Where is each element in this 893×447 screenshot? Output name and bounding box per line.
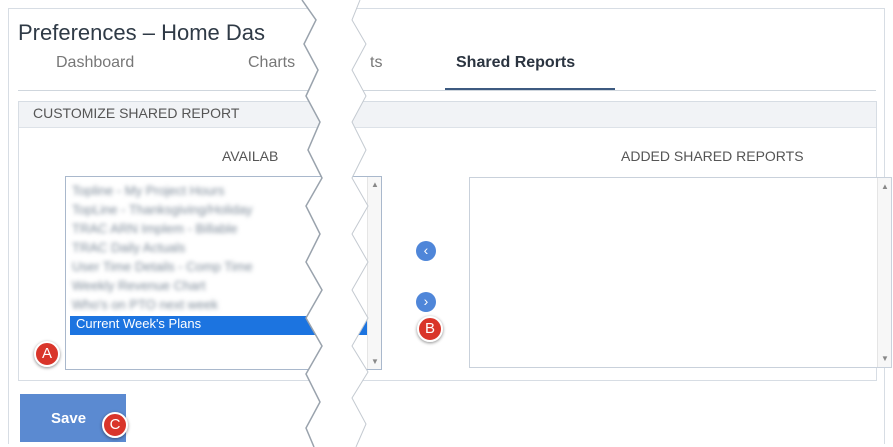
list-item[interactable]: TopLine - Thanksgiving/Holiday [66, 202, 381, 221]
tab-charts[interactable]: Charts [248, 54, 295, 72]
available-reports-heading: AVAILAB [222, 148, 279, 164]
callout-c-badge: C [102, 412, 128, 438]
added-reports-list[interactable]: ▲ ▼ [469, 177, 892, 368]
chevron-left-icon: ‹ [423, 242, 429, 258]
tab-shared-reports[interactable]: Shared Reports [456, 54, 575, 72]
list-item[interactable]: Weekly Revenue Chart [66, 278, 381, 297]
tab-bar: Dashboard Charts ts Shared Reports [20, 54, 877, 90]
scroll-down-icon[interactable]: ▼ [881, 354, 889, 363]
list-item[interactable]: User Time Details - Comp Time [66, 259, 381, 278]
chevron-right-icon: › [423, 293, 429, 309]
scroll-down-icon[interactable]: ▼ [371, 357, 379, 366]
tabs-divider [18, 90, 876, 91]
list-item-selected[interactable]: Current Week's Plans [70, 316, 367, 335]
list-item[interactable]: Topline - My Project Hours [66, 183, 381, 202]
scroll-up-icon[interactable]: ▲ [371, 180, 379, 189]
callout-b-badge: B [417, 316, 443, 342]
list-item[interactable]: Who's on PTO next week [66, 297, 381, 316]
panel-header: CUSTOMIZE SHARED REPORT [19, 102, 876, 128]
tab-reports-partial[interactable]: ts [370, 54, 382, 72]
tab-dashboard[interactable]: Dashboard [56, 54, 134, 72]
scroll-up-icon[interactable]: ▲ [881, 182, 889, 191]
callout-a-badge: A [34, 341, 60, 367]
add-report-button[interactable]: › [416, 292, 436, 312]
list-item[interactable]: TRAC Daily Actuals [66, 240, 381, 259]
added-reports-heading: ADDED SHARED REPORTS [621, 148, 804, 164]
page-title: Preferences – Home Das [18, 20, 265, 45]
available-reports-list[interactable]: Topline - My Project Hours TopLine - Tha… [65, 176, 382, 370]
added-list-scrollbar[interactable]: ▲ ▼ [877, 178, 891, 367]
list-item[interactable]: TRAC ARN Implem - Billable [66, 221, 381, 240]
remove-report-button[interactable]: ‹ [416, 241, 436, 261]
available-list-scrollbar[interactable]: ▲ ▼ [367, 177, 381, 369]
